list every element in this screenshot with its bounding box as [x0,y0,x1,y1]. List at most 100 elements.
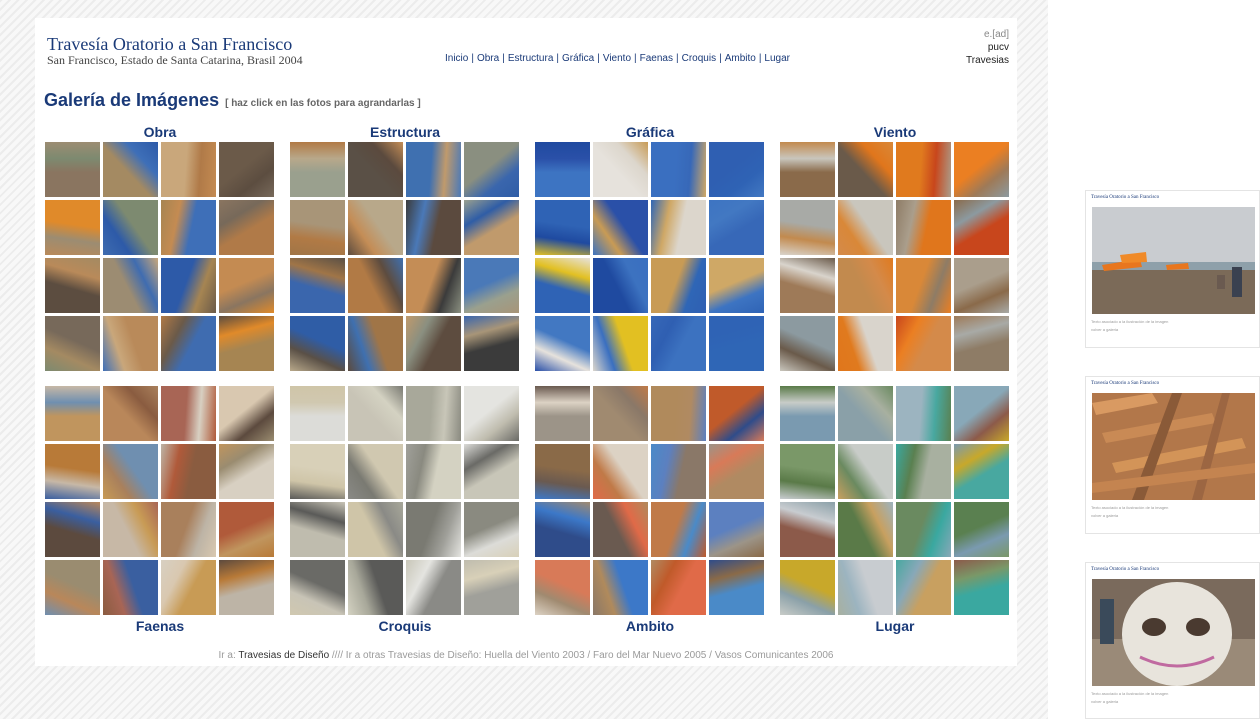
photo-thumbnail[interactable] [535,142,590,197]
photo-thumbnail[interactable] [464,502,519,557]
photo-thumbnail[interactable] [161,444,216,499]
photo-thumbnail[interactable] [780,502,835,557]
photo-thumbnail[interactable] [406,560,461,615]
photo-thumbnail[interactable] [709,444,764,499]
preview-back-link[interactable]: volver a galeria [1091,513,1118,518]
photo-thumbnail[interactable] [103,502,158,557]
photo-thumbnail[interactable] [161,386,216,441]
photo-thumbnail[interactable] [593,200,648,255]
photo-thumbnail[interactable] [593,316,648,371]
photo-thumbnail[interactable] [651,502,706,557]
photo-thumbnail[interactable] [290,258,345,313]
photo-thumbnail[interactable] [161,142,216,197]
photo-thumbnail[interactable] [535,560,590,615]
photo-thumbnail[interactable] [161,258,216,313]
photo-thumbnail[interactable] [348,560,403,615]
photo-thumbnail[interactable] [45,142,100,197]
photo-thumbnail[interactable] [709,502,764,557]
photo-thumbnail[interactable] [780,316,835,371]
photo-thumbnail[interactable] [535,502,590,557]
photo-thumbnail[interactable] [161,560,216,615]
photo-thumbnail[interactable] [593,502,648,557]
photo-thumbnail[interactable] [348,200,403,255]
photo-thumbnail[interactable] [45,386,100,441]
photo-thumbnail[interactable] [651,560,706,615]
photo-thumbnail[interactable] [780,142,835,197]
photo-thumbnail[interactable] [406,444,461,499]
photo-thumbnail[interactable] [709,316,764,371]
photo-thumbnail[interactable] [290,316,345,371]
photo-thumbnail[interactable] [838,258,893,313]
photo-thumbnail[interactable] [103,316,158,371]
photo-thumbnail[interactable] [103,386,158,441]
section-label-croquis[interactable]: Croquis [290,618,520,634]
photo-thumbnail[interactable] [709,386,764,441]
photo-thumbnail[interactable] [45,316,100,371]
photo-thumbnail[interactable] [954,560,1009,615]
photo-thumbnail[interactable] [219,258,274,313]
photo-thumbnail[interactable] [780,386,835,441]
photo-thumbnail[interactable] [954,258,1009,313]
section-label-grafica[interactable]: Gráfica [535,124,765,140]
photo-thumbnail[interactable] [535,386,590,441]
photo-thumbnail[interactable] [838,386,893,441]
page-preview-viento[interactable]: Travesía Oratorio a San Francisco Texto … [1085,190,1260,348]
photo-thumbnail[interactable] [896,316,951,371]
photo-thumbnail[interactable] [709,258,764,313]
footer-link-other-travesias[interactable]: Ir a otras Travesias de Diseño: Huella d… [346,650,834,661]
photo-thumbnail[interactable] [290,142,345,197]
photo-thumbnail[interactable] [593,560,648,615]
photo-thumbnail[interactable] [348,258,403,313]
page-preview-estructura[interactable]: Travesía Oratorio a San Francisco Texto … [1085,376,1260,534]
photo-thumbnail[interactable] [954,502,1009,557]
photo-thumbnail[interactable] [896,444,951,499]
photo-thumbnail[interactable] [464,258,519,313]
photo-thumbnail[interactable] [348,316,403,371]
photo-thumbnail[interactable] [45,200,100,255]
photo-thumbnail[interactable] [780,200,835,255]
photo-thumbnail[interactable] [954,444,1009,499]
photo-thumbnail[interactable] [896,386,951,441]
photo-thumbnail[interactable] [464,200,519,255]
footer-link-travesias[interactable]: Travesias de Diseño [238,650,329,661]
photo-thumbnail[interactable] [780,444,835,499]
pucv-link[interactable]: pucv [966,41,1009,54]
page-preview-mask[interactable]: Travesía Oratorio a San Francisco Texto … [1085,562,1260,719]
photo-thumbnail[interactable] [45,502,100,557]
photo-thumbnail[interactable] [45,444,100,499]
nav-link-viento[interactable]: Viento [603,53,631,64]
photo-thumbnail[interactable] [896,560,951,615]
photo-thumbnail[interactable] [406,502,461,557]
photo-thumbnail[interactable] [838,444,893,499]
photo-thumbnail[interactable] [161,502,216,557]
photo-thumbnail[interactable] [219,316,274,371]
photo-thumbnail[interactable] [464,316,519,371]
site-title[interactable]: Travesía Oratorio a San Francisco [47,34,292,55]
photo-thumbnail[interactable] [219,142,274,197]
photo-thumbnail[interactable] [896,142,951,197]
photo-thumbnail[interactable] [161,316,216,371]
photo-thumbnail[interactable] [464,142,519,197]
ead-link[interactable]: e.[ad] [966,28,1009,41]
photo-thumbnail[interactable] [896,502,951,557]
photo-thumbnail[interactable] [954,316,1009,371]
photo-thumbnail[interactable] [651,142,706,197]
photo-thumbnail[interactable] [838,560,893,615]
photo-thumbnail[interactable] [290,560,345,615]
photo-thumbnail[interactable] [780,258,835,313]
photo-thumbnail[interactable] [954,142,1009,197]
photo-thumbnail[interactable] [45,258,100,313]
section-label-estructura[interactable]: Estructura [290,124,520,140]
section-label-viento[interactable]: Viento [780,124,1010,140]
photo-thumbnail[interactable] [406,200,461,255]
photo-thumbnail[interactable] [219,502,274,557]
photo-thumbnail[interactable] [651,258,706,313]
photo-thumbnail[interactable] [103,142,158,197]
photo-thumbnail[interactable] [535,258,590,313]
photo-thumbnail[interactable] [954,386,1009,441]
photo-thumbnail[interactable] [464,444,519,499]
photo-thumbnail[interactable] [290,444,345,499]
section-label-ambito[interactable]: Ambito [535,618,765,634]
nav-link-estructura[interactable]: Estructura [508,53,554,64]
nav-link-faenas[interactable]: Faenas [640,53,673,64]
